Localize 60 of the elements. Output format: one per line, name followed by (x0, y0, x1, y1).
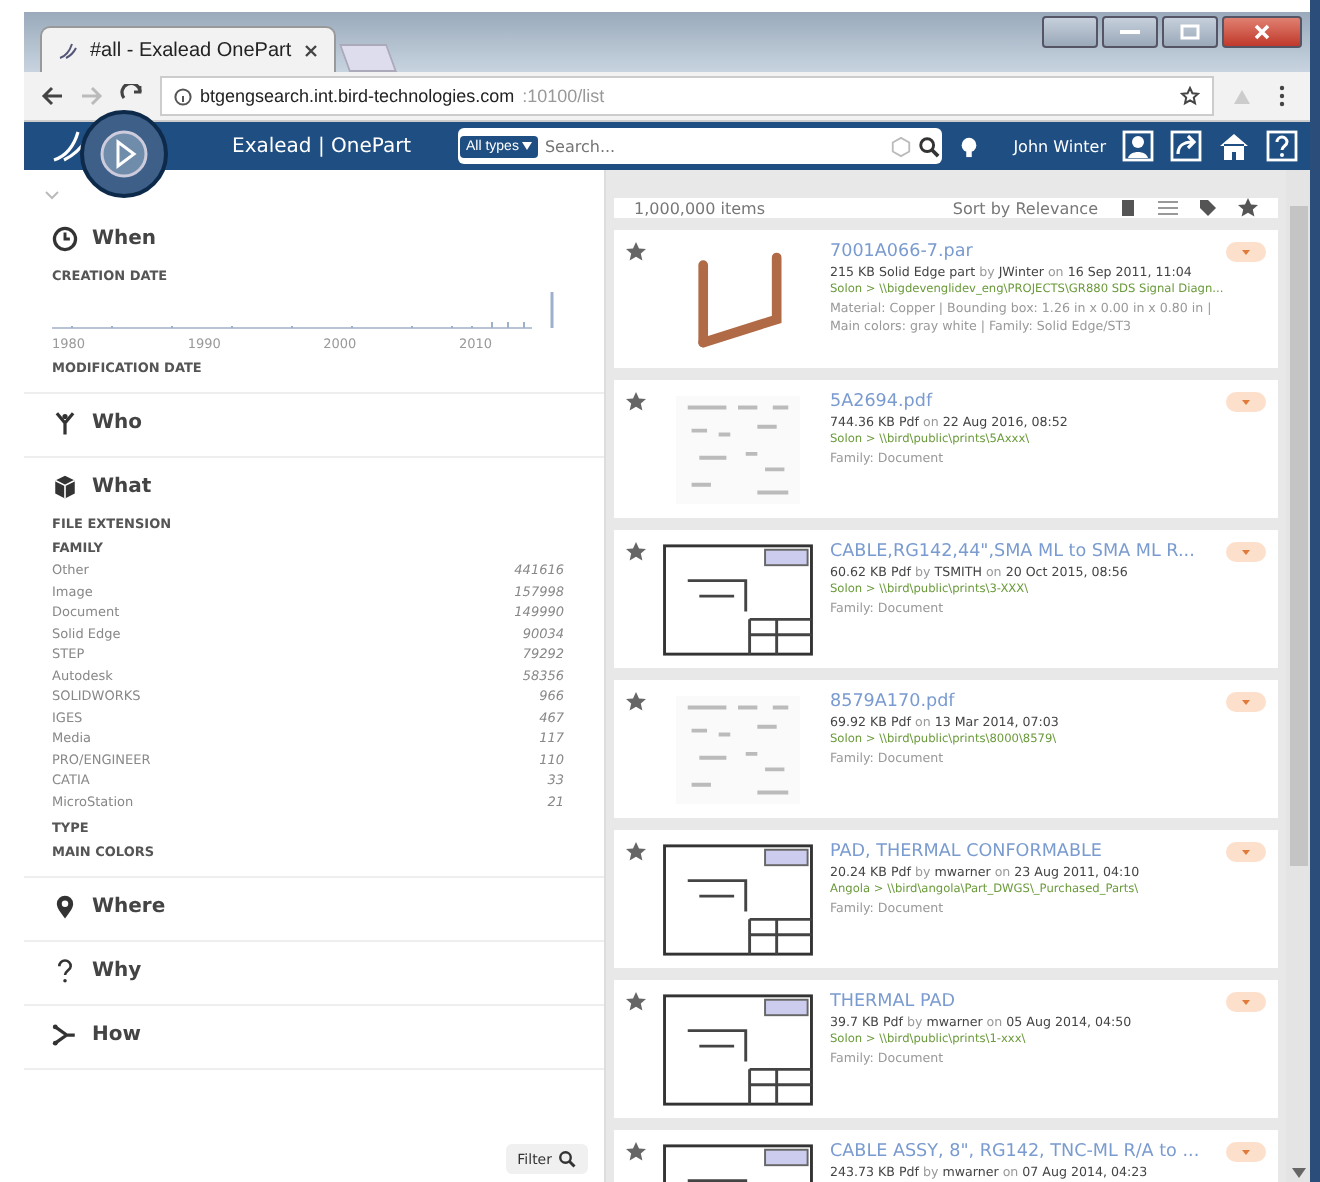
result-title[interactable]: CABLE ASSY, 8", RG142, TNC-ML R/A to ... (830, 1142, 1200, 1162)
minimize-button[interactable] (1102, 16, 1158, 48)
facet-heading[interactable]: Why (92, 960, 142, 982)
app-title: Exalead | OnePart (232, 135, 414, 157)
maximize-button[interactable] (1162, 16, 1218, 48)
scroll-down-arrow-icon[interactable] (1291, 1168, 1305, 1178)
result-title[interactable]: 7001A066-7.par (830, 242, 973, 262)
url-host: btgengsearch.int.bird-technologies.com (200, 86, 515, 106)
location-pin-icon (52, 894, 78, 920)
branch-icon (52, 1022, 78, 1048)
tiles-view-icon[interactable] (1118, 198, 1138, 218)
maximize-icon (1180, 24, 1200, 40)
facet-heading[interactable]: What (92, 476, 152, 498)
info-icon (174, 87, 192, 105)
result-title[interactable]: 5A2694.pdf (830, 392, 933, 412)
result-title[interactable]: CABLE,RG142,44",SMA ML to SMA ML R... (830, 542, 1195, 562)
close-icon[interactable] (303, 43, 318, 57)
lightbulb-icon[interactable] (958, 135, 980, 157)
result-card[interactable] (614, 230, 1278, 368)
tag-icon[interactable] (1198, 198, 1218, 218)
search-icon[interactable] (918, 135, 940, 157)
facet-heading[interactable]: Where (92, 896, 166, 918)
url-path: :10100/list (522, 86, 605, 106)
sort-dropdown[interactable]: Sort by Relevance (952, 199, 1098, 217)
share-icon[interactable] (1170, 130, 1202, 162)
result-count: 1,000,000 items (634, 199, 765, 217)
result-title[interactable]: PAD, THERMAL CONFORMABLE (830, 842, 1102, 862)
close-icon (1254, 24, 1270, 40)
address-bar[interactable]: btgengsearch.int.bird-technologies.com :10100/list (160, 76, 1214, 116)
star-icon[interactable] (626, 242, 646, 262)
user-icon[interactable] (1122, 130, 1154, 162)
star-icon[interactable] (626, 842, 646, 862)
minimize-icon (1120, 28, 1140, 36)
help-icon[interactable] (1266, 130, 1298, 162)
user-name[interactable]: John Winter (1013, 137, 1106, 155)
3ds-logo-icon (58, 41, 78, 59)
clock-icon (52, 226, 78, 252)
search-icon (558, 1150, 576, 1168)
browser-tab[interactable]: #all - Exalead OnePart (40, 26, 336, 72)
star-icon[interactable] (626, 392, 646, 412)
caret-icon (522, 142, 533, 150)
result-title[interactable]: THERMAL PAD (830, 992, 955, 1012)
list-view-icon[interactable] (1158, 198, 1178, 218)
cube-icon (52, 474, 78, 500)
home-icon[interactable] (1218, 130, 1250, 162)
scrollbar[interactable] (1286, 170, 1310, 1182)
question-mark-icon (52, 958, 78, 984)
facet-heading[interactable]: When (92, 228, 157, 250)
star-icon[interactable] (1180, 86, 1200, 106)
star-icon[interactable] (626, 692, 646, 712)
star-icon[interactable] (626, 542, 646, 562)
person-icon (52, 410, 78, 436)
back-arrow-icon[interactable] (40, 84, 64, 108)
result-title[interactable]: 8579A170.pdf (830, 692, 955, 712)
close-button[interactable] (1222, 16, 1302, 48)
star-icon[interactable] (626, 992, 646, 1012)
star-icon[interactable] (626, 1142, 646, 1162)
facet-heading[interactable]: How (92, 1024, 141, 1046)
star-icon[interactable] (1238, 198, 1258, 218)
facet-heading[interactable]: Who (92, 412, 143, 434)
